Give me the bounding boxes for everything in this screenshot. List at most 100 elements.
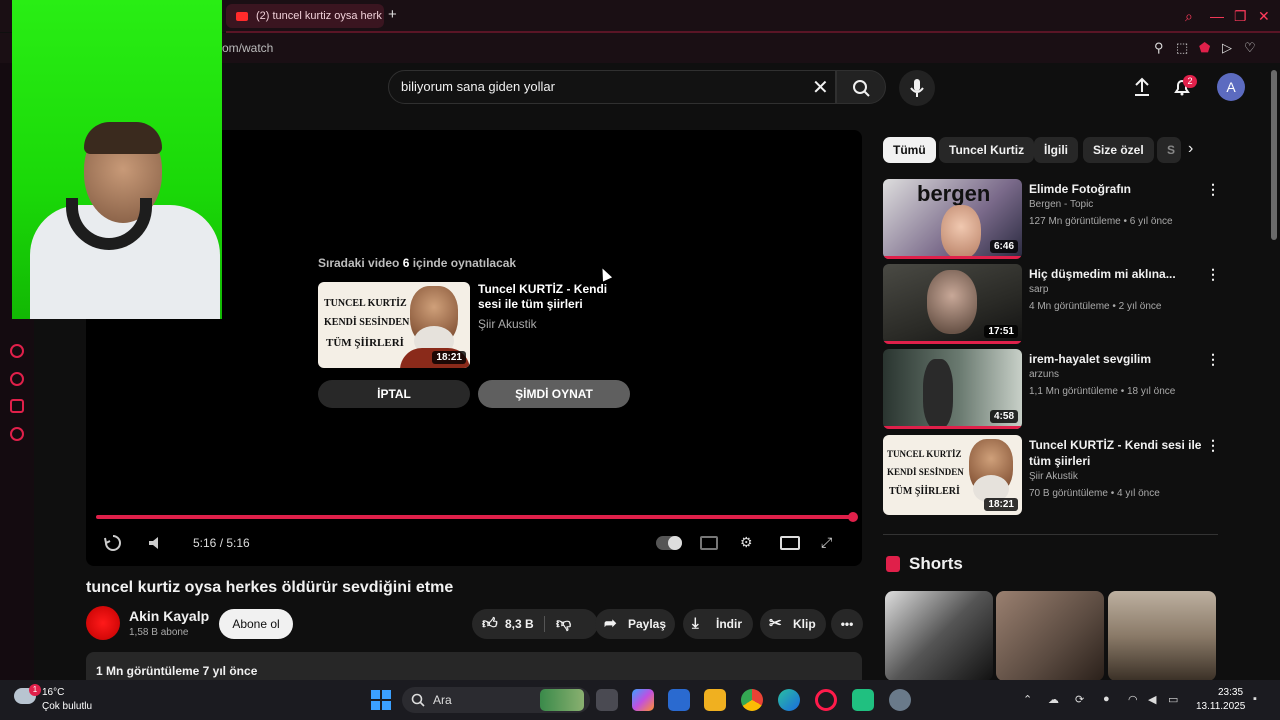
more-vert-icon[interactable]: ⋮ (1206, 351, 1220, 368)
opera-gx-icon[interactable] (815, 689, 837, 711)
youtube-favicon-icon (236, 11, 248, 21)
chip-tuncel-kurtiz[interactable]: Tuncel Kurtiz (939, 137, 1035, 163)
weather-description[interactable]: Çok bulutlu (42, 701, 92, 712)
player-icon[interactable]: ▷ (1222, 40, 1232, 56)
extensions-side-icon[interactable] (10, 399, 24, 413)
progress-bar[interactable] (96, 515, 854, 519)
like-icon[interactable]: 👍︎ (482, 609, 498, 639)
fullscreen-icon[interactable]: ⤢ (821, 534, 839, 550)
short-item[interactable] (1108, 591, 1216, 681)
sync-icon[interactable]: ⟳ (1075, 693, 1084, 706)
recommendation-meta: 4 Mn görüntüleme • 2 yıl önce (1029, 301, 1162, 312)
cloud-icon[interactable]: ☁ (1048, 693, 1059, 706)
windows-start-icon[interactable] (371, 690, 391, 710)
browser-tab[interactable]: (2) tuncel kurtiz oysa herk (226, 4, 384, 28)
recommendation-item[interactable]: 4:58 irem-hayalet sevgilim arzuns 1,1 Mn… (883, 349, 1220, 429)
chrome-icon[interactable] (741, 689, 763, 711)
task-view-icon[interactable] (596, 689, 618, 711)
autoplay-toggle[interactable] (656, 536, 682, 550)
more-vert-icon[interactable]: ⋮ (1206, 266, 1220, 283)
page-scrollbar[interactable] (1271, 70, 1277, 240)
volume-icon[interactable] (146, 534, 164, 552)
chevron-right-icon[interactable]: › (1188, 140, 1193, 158)
speaker-icon[interactable]: ◀ (1148, 693, 1156, 706)
search-button[interactable] (836, 70, 886, 104)
settings-gear-icon[interactable]: ⚙ (740, 534, 758, 550)
wifi-icon[interactable]: ◠ (1128, 693, 1138, 706)
share-button[interactable]: ➦ Paylaş (595, 609, 675, 639)
like-dislike-group: 👍︎ 8,3 B 👎︎ (472, 609, 598, 639)
recommendation-title: Elimde Fotoğrafın (1029, 182, 1131, 196)
chip-for-you[interactable]: Size özel (1083, 137, 1154, 163)
game-app-icon[interactable] (852, 689, 874, 711)
view-count-date: 1 Mn görüntüleme 7 yıl önce (96, 664, 258, 678)
upload-icon[interactable] (1131, 76, 1153, 98)
search-tabs-icon[interactable]: ⌕ (1185, 8, 1193, 25)
pin-icon[interactable]: ⚲ (1154, 40, 1164, 56)
search-highlight-icon[interactable] (540, 689, 584, 711)
subtitles-icon[interactable] (700, 536, 718, 550)
voice-search-button[interactable] (899, 70, 935, 106)
file-explorer-icon[interactable] (704, 689, 726, 711)
theater-mode-icon[interactable] (780, 536, 800, 550)
new-tab-button[interactable]: + (388, 6, 397, 23)
chip-more[interactable]: S (1157, 137, 1181, 163)
recommendation-channel: arzuns (1029, 369, 1060, 380)
restore-icon[interactable]: ❐ (1234, 8, 1247, 25)
recommendation-title: irem-hayalet sevgilim (1029, 352, 1152, 366)
webcam-overlay (12, 0, 222, 319)
recommendation-item[interactable]: TUNCEL KURTİZ KENDİ SESİNDEN TÜM ŞİİRLER… (883, 435, 1220, 515)
heart-icon[interactable]: ♡ (1244, 40, 1256, 56)
more-vert-icon[interactable]: ⋮ (1206, 437, 1220, 454)
chip-all[interactable]: Tümü (883, 137, 936, 163)
more-vert-icon[interactable]: ⋮ (1206, 181, 1220, 198)
weather-temperature[interactable]: 16°C (42, 687, 64, 698)
history-side-icon[interactable] (10, 372, 24, 386)
microphone-tray-icon[interactable]: ● (1103, 693, 1110, 705)
channel-avatar[interactable] (86, 606, 120, 640)
short-item[interactable] (885, 591, 993, 681)
divider (883, 534, 1218, 535)
search-icon (853, 80, 870, 97)
mic-icon (910, 79, 924, 97)
channel-name[interactable]: Akin Kayalp (129, 608, 209, 624)
shield-icon[interactable]: ⬟ (1199, 40, 1210, 56)
dislike-icon[interactable]: 👎︎ (556, 609, 571, 639)
store-icon[interactable] (668, 689, 690, 711)
close-icon[interactable]: ✕ (1258, 8, 1270, 25)
download-icon: ⤓ (692, 615, 699, 632)
chip-related[interactable]: İlgili (1034, 137, 1078, 163)
recommendation-title: Tuncel KURTİZ - Kendi sesi ile tüm şiirl… (1029, 438, 1202, 468)
snapshot-icon[interactable]: ⬚ (1176, 40, 1188, 56)
short-item[interactable] (996, 591, 1104, 681)
progress-scrubber[interactable] (848, 512, 858, 522)
edge-icon[interactable] (778, 689, 800, 711)
clear-search-icon[interactable]: ✕ (812, 75, 829, 100)
clock-time[interactable]: 23:35 (1218, 687, 1243, 698)
more-actions-button[interactable]: ••• (831, 609, 863, 639)
settings-side-icon[interactable] (10, 427, 24, 441)
download-button[interactable]: ⤓ İndir (683, 609, 753, 639)
taskbar-search-icon (411, 693, 425, 707)
search-query[interactable]: biliyorum sana giden yollar (401, 79, 555, 94)
chevron-up-icon[interactable]: ⌃ (1023, 693, 1032, 706)
copilot-icon[interactable] (632, 689, 654, 711)
clip-button[interactable]: ✂ Klip (760, 609, 826, 639)
clock-date[interactable]: 13.11.2025 (1196, 701, 1245, 712)
recommendation-item[interactable]: 17:51 Hiç düşmedim mi aklına... sarp 4 M… (883, 264, 1220, 344)
settings-app-icon[interactable] (889, 689, 911, 711)
replay-icon[interactable] (103, 533, 123, 553)
recommendation-item[interactable]: bergen 6:46 Elimde Fotoğrafın Bergen - T… (883, 179, 1220, 259)
battery-icon[interactable]: ▭ (1168, 693, 1178, 706)
notifications-tray-icon[interactable]: ▪ (1253, 693, 1257, 705)
minimize-icon[interactable]: — (1210, 8, 1224, 24)
subscribe-button[interactable]: Abone ol (219, 609, 293, 639)
url-text[interactable]: om/watch (222, 41, 273, 55)
player-side-icon[interactable] (10, 344, 24, 358)
up-next-title[interactable]: Tuncel KURTİZ - Kendi sesi ile tüm şiirl… (478, 282, 628, 312)
cancel-button[interactable]: İPTAL (318, 380, 470, 408)
like-count[interactable]: 8,3 B (505, 609, 534, 639)
account-avatar[interactable]: A (1217, 73, 1245, 101)
play-now-button[interactable]: ŞİMDİ OYNAT (478, 380, 630, 408)
up-next-thumbnail[interactable]: TUNCEL KURTİZ KENDİ SESİNDEN TÜM ŞİİRLER… (318, 282, 470, 368)
